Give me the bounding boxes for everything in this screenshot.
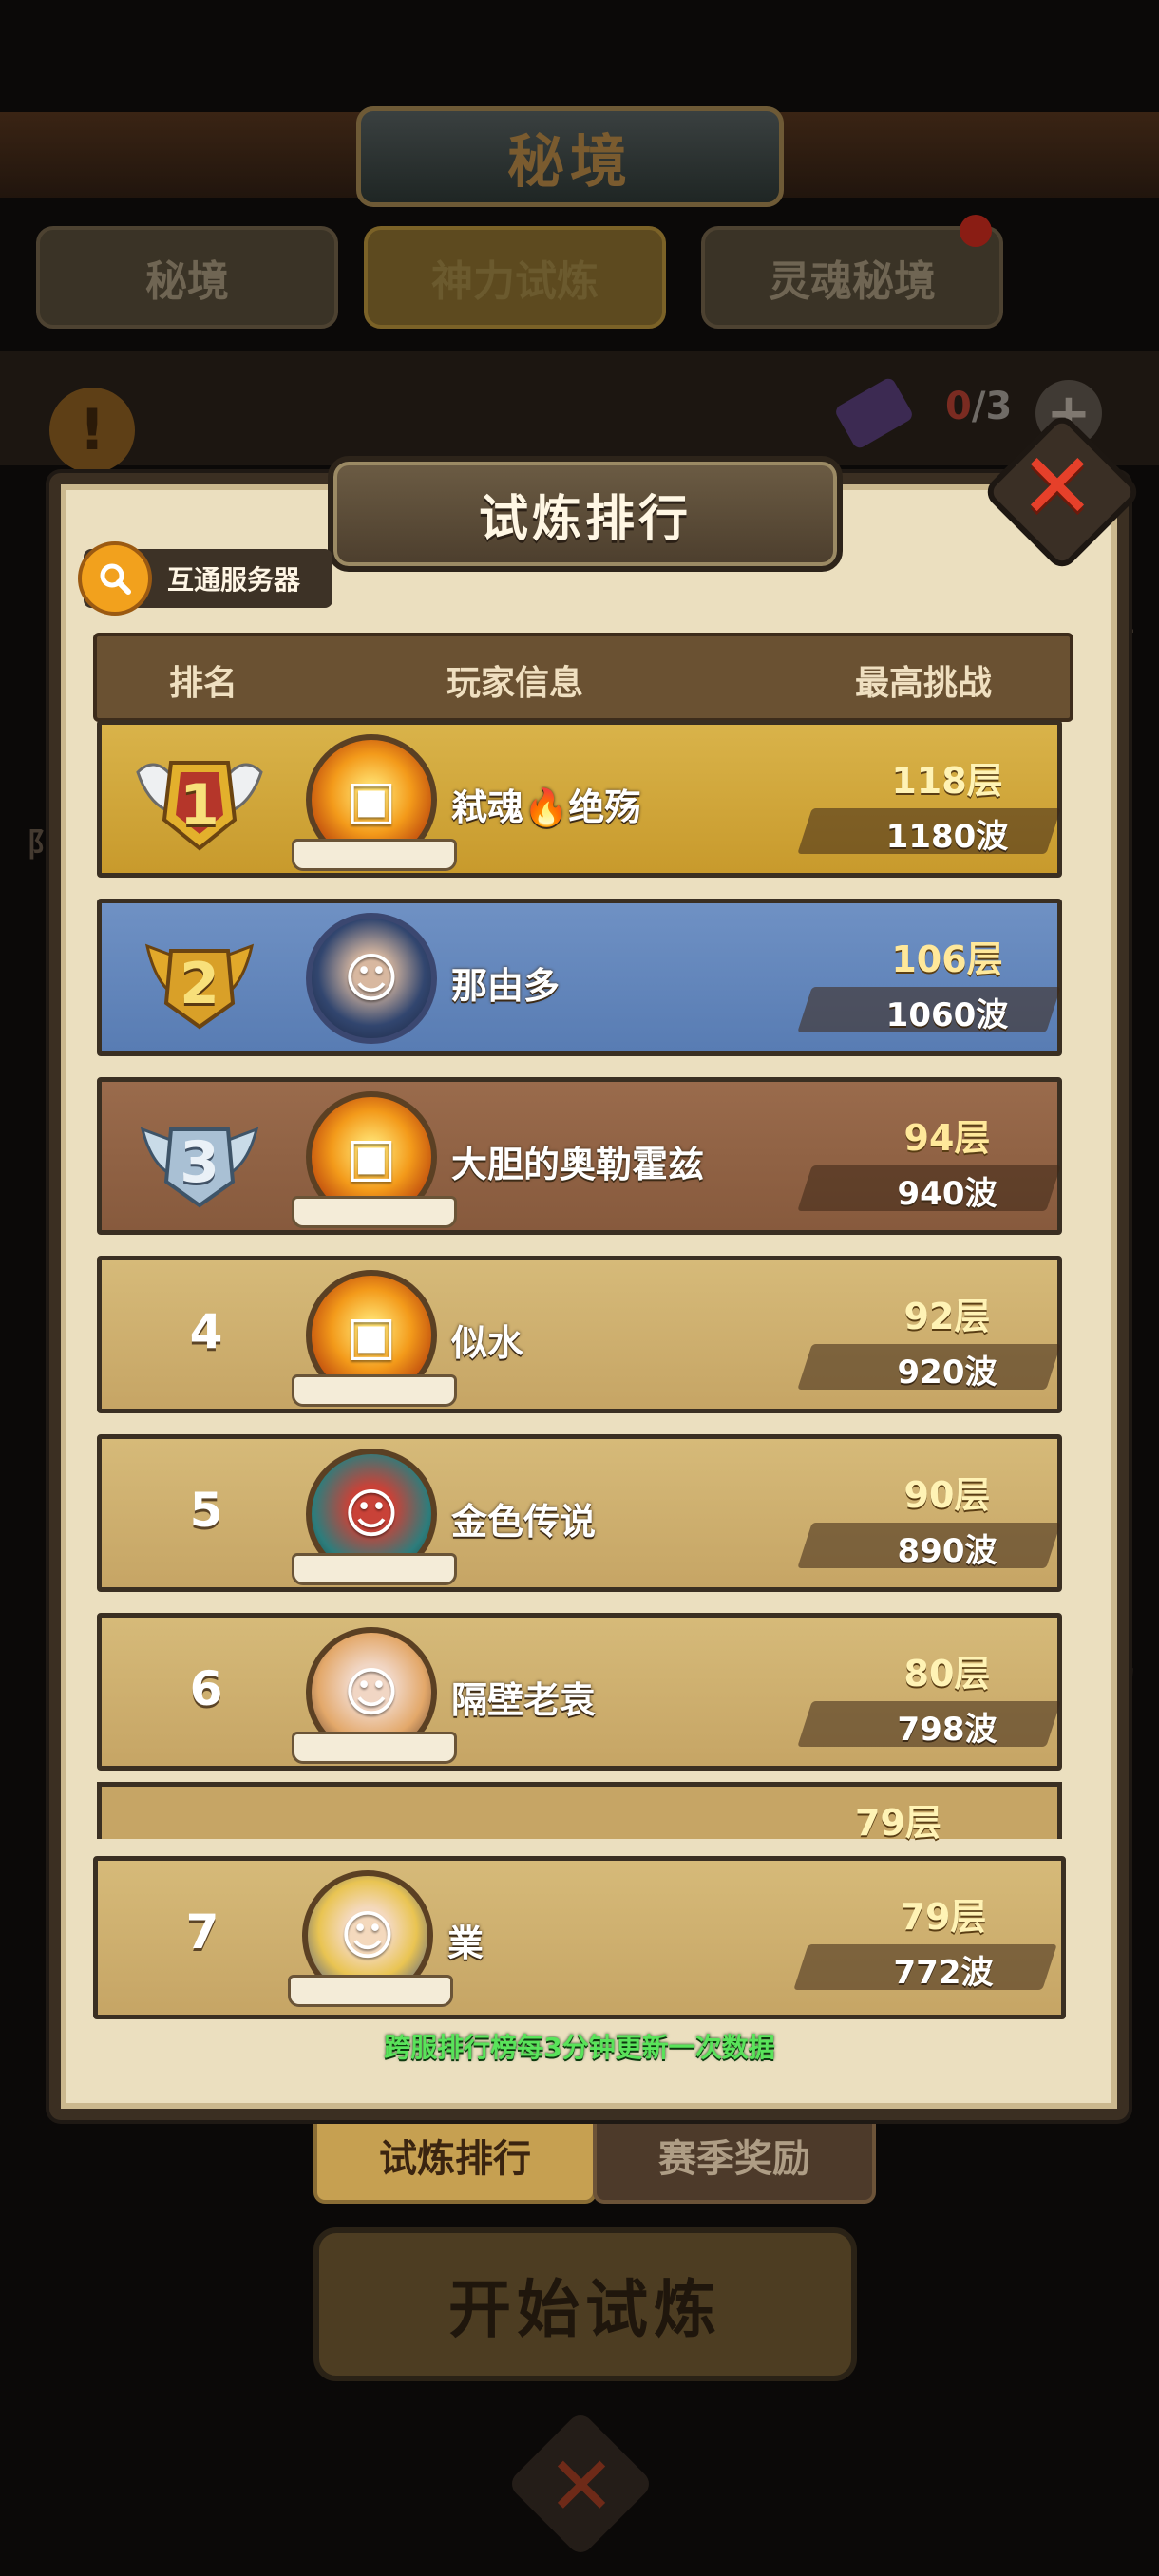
avatar-book-frame [292, 839, 457, 871]
panel-title-plate: 试炼排行 [328, 456, 843, 572]
player-name: 弒魂🔥绝殇 [451, 786, 641, 828]
partial-row-floor: 79层 [855, 1802, 941, 1844]
silver-gold-medal-icon: 2 [128, 922, 271, 1036]
best-floor: 80层 [903, 1653, 991, 1695]
alert-icon[interactable]: ! [49, 388, 135, 473]
player-name: 大胆的奥勒霍兹 [451, 1144, 705, 1185]
rank-number: 1 [180, 772, 219, 839]
header-player-info: 玩家信息 [446, 664, 584, 703]
cross-server-label: 互通服务器 [167, 564, 301, 596]
best-wave: 1060波 [885, 996, 1009, 1034]
start-trial-button[interactable]: 开始试炼 [314, 2227, 857, 2381]
best-floor: 94层 [903, 1117, 991, 1159]
player-name: 隔壁老袁 [451, 1679, 597, 1721]
my-best-wave: 772波 [893, 1954, 994, 1992]
gold-medal-icon: 1 [128, 744, 271, 858]
player-name: 那由多 [451, 965, 560, 1007]
close-icon[interactable]: ✕ [1013, 433, 1102, 540]
silver-medal-icon: 3 [128, 1101, 271, 1215]
best-floor: 118层 [891, 760, 1003, 802]
box-icon: ▣ [346, 1304, 397, 1367]
best-wave: 1180波 [885, 818, 1009, 856]
ranking-row[interactable]: 3 ▣ 大胆的奥勒霍兹 94层 940波 [97, 1077, 1062, 1235]
hero-portrait-icon: ☺ [339, 1904, 396, 1967]
update-notice: 跨服排行榜每3分钟更新一次数据 [384, 2032, 775, 2063]
avatar-book-frame [292, 1553, 457, 1585]
header-rank: 排名 [169, 664, 238, 703]
player-avatar[interactable]: ☺ [306, 913, 437, 1044]
best-wave: 890波 [897, 1532, 998, 1570]
avatar-book-frame [292, 1196, 457, 1228]
screen-title-plate: 秘境 [356, 106, 784, 207]
ranking-row[interactable]: 4 ▣ 似水 92层 920波 [97, 1256, 1062, 1413]
cross-server-button[interactable]: 互通服务器 [78, 541, 332, 616]
my-rank-number: 7 [185, 1904, 219, 1960]
panel-title: 试炼排行 [478, 490, 692, 548]
best-wave: 798波 [897, 1711, 998, 1749]
rank-number: 2 [180, 951, 219, 1017]
rank-number: 4 [189, 1304, 223, 1359]
avatar-book-frame [292, 1374, 457, 1407]
tab-soul-realm[interactable]: 灵魂秘境 [701, 226, 1003, 329]
ranking-row[interactable]: 6 ☺ 隔壁老袁 80层 798波 [97, 1613, 1062, 1771]
rank-number: 6 [189, 1661, 223, 1716]
best-wave: 940波 [897, 1175, 998, 1213]
best-floor: 90层 [903, 1474, 991, 1516]
rank-number: 3 [180, 1129, 219, 1196]
my-ranking-row[interactable]: 7 ☺ 業 79层 772波 [93, 1856, 1066, 2019]
hero-portrait-icon: ☺ [343, 947, 400, 1010]
notification-dot-icon [960, 215, 992, 247]
ranking-row[interactable]: 2 ☺ 那由多 106层 1060波 [97, 899, 1062, 1056]
best-floor: 106层 [891, 938, 1003, 980]
ranking-row[interactable]: 5 ☺ 金色传说 90层 890波 [97, 1434, 1062, 1592]
box-icon: ▣ [346, 768, 397, 831]
bottom-tab-ranking[interactable]: 试炼排行 [314, 2107, 597, 2204]
ticket-count: 0/3 [945, 385, 1013, 428]
bottom-tab-season-reward[interactable]: 赛季奖励 [593, 2107, 876, 2204]
best-wave: 920波 [897, 1354, 998, 1392]
avatar-book-frame [292, 1732, 457, 1764]
my-best-floor: 79层 [900, 1896, 987, 1938]
avatar-book-frame [288, 1975, 453, 2007]
my-player-name: 業 [447, 1923, 484, 1964]
header-best-challenge: 最高挑战 [855, 664, 993, 703]
ranking-row[interactable]: 1 ▣ 弒魂🔥绝殇 118层 1180波 [97, 720, 1062, 878]
tab-shenli-trial[interactable]: 神力试炼 [364, 226, 666, 329]
bottom-close-icon: ✕ [547, 2439, 617, 2534]
hero-portrait-icon: ☺ [343, 1483, 400, 1545]
hero-portrait-icon: ☺ [343, 1661, 400, 1724]
player-name: 金色传说 [451, 1501, 597, 1543]
mode-tabs: 秘境 神力试炼 灵魂秘境 [36, 226, 1024, 329]
search-icon [78, 541, 152, 616]
rank-number: 5 [189, 1483, 223, 1538]
best-floor: 92层 [903, 1296, 991, 1337]
player-name: 似水 [451, 1322, 524, 1364]
column-header: 排名 玩家信息 最高挑战 [93, 633, 1074, 722]
screen-title: 秘境 [507, 128, 633, 196]
tab-mijing[interactable]: 秘境 [36, 226, 338, 329]
box-icon: ▣ [346, 1126, 397, 1188]
